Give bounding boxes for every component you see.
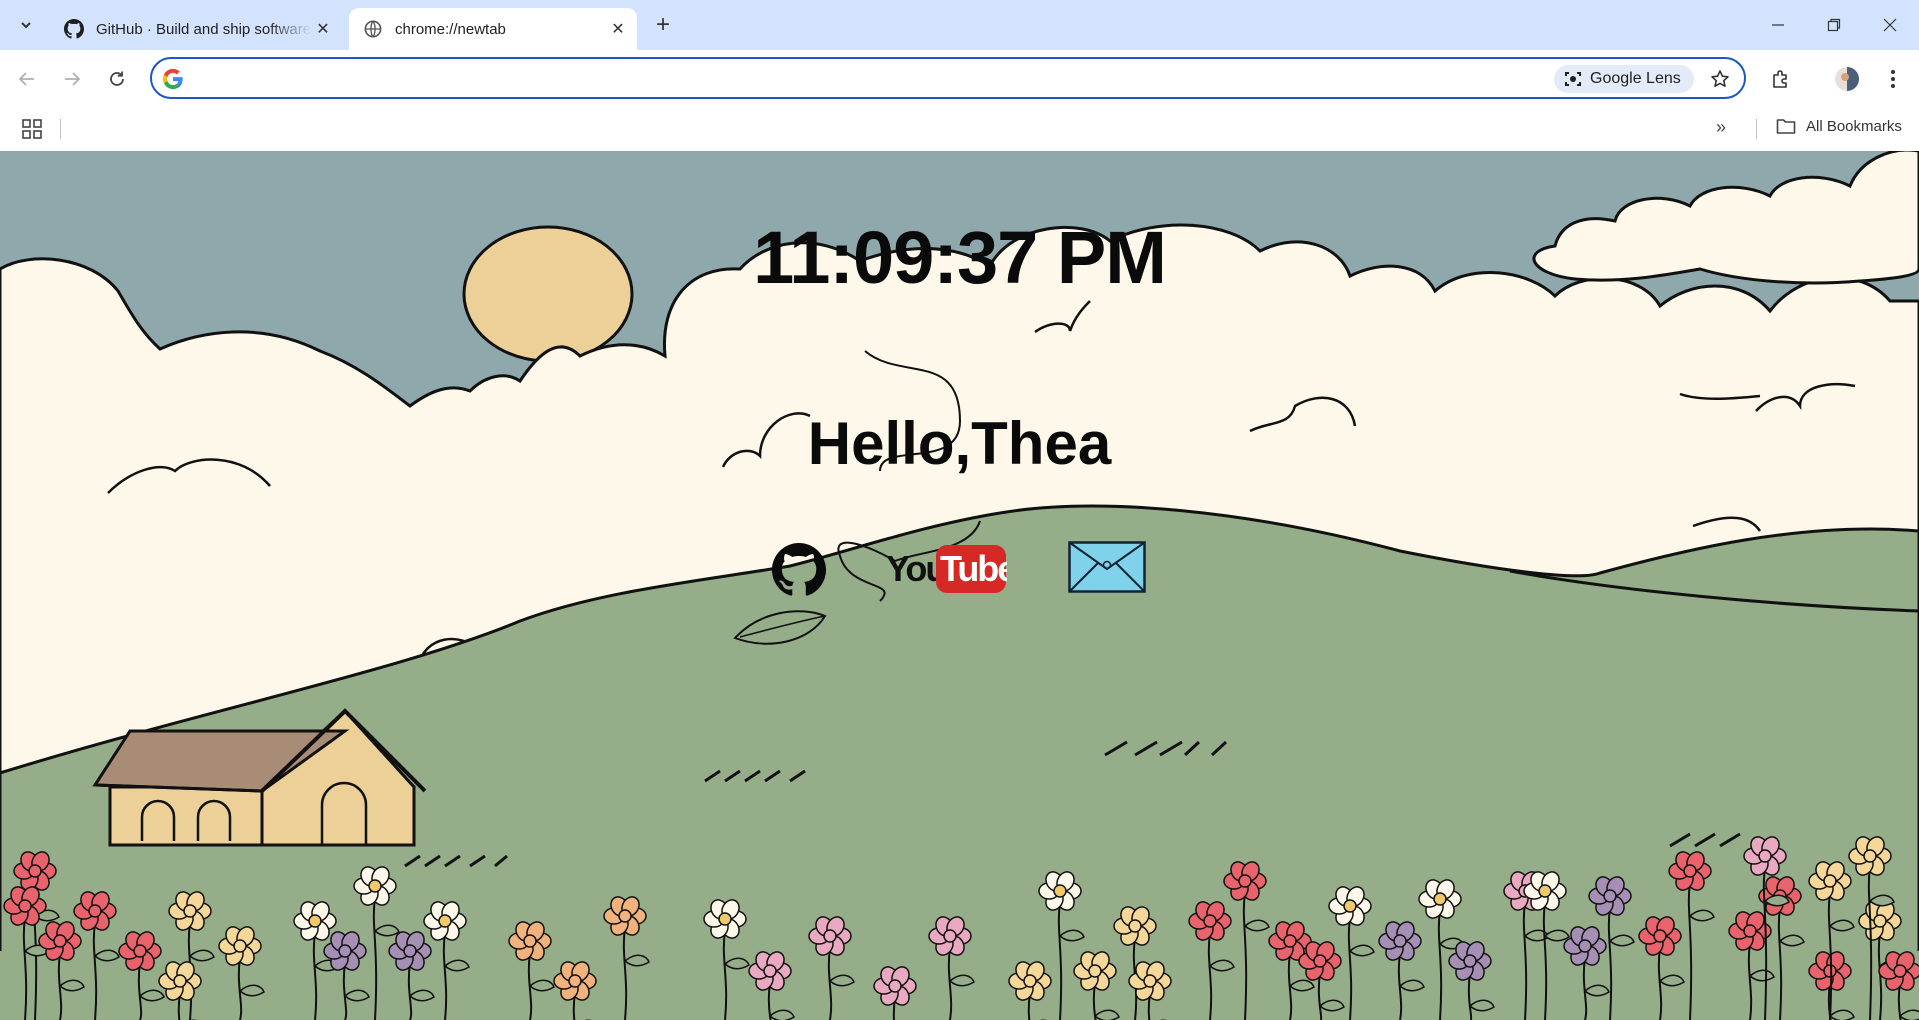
- divider: [1756, 119, 1757, 139]
- arrow-left-icon: [18, 72, 34, 86]
- reload-button[interactable]: [104, 66, 130, 92]
- restore-button[interactable]: [1816, 10, 1852, 40]
- google-lens-button[interactable]: Google Lens: [1554, 65, 1694, 93]
- mail-shortcut[interactable]: [1068, 541, 1146, 593]
- apps-grid-icon[interactable]: [20, 117, 44, 141]
- close-icon: [1883, 18, 1897, 32]
- toolbar: Google Lens: [0, 50, 1919, 108]
- puzzle-icon: [1773, 70, 1787, 88]
- minimize-icon: [1772, 24, 1784, 26]
- github-icon: [64, 19, 84, 39]
- reload-icon: [110, 71, 124, 86]
- menu-button[interactable]: [1880, 66, 1906, 92]
- chevron-double-right-icon: »: [1716, 117, 1727, 137]
- all-bookmarks-button[interactable]: All Bookmarks: [1776, 117, 1902, 135]
- github-icon: [772, 543, 826, 596]
- divider: [60, 119, 61, 139]
- tab-title: chrome://newtab: [395, 20, 506, 38]
- camera-icon: [1564, 70, 1582, 88]
- avatar: [1835, 67, 1859, 91]
- envelope-icon: [1068, 541, 1146, 593]
- tab-title: GitHub · Build and ship software: [96, 20, 312, 38]
- greeting: Hello,Thea: [807, 410, 1112, 477]
- extensions-button[interactable]: [1768, 66, 1794, 92]
- star-icon: [1711, 70, 1729, 87]
- close-tab-button[interactable]: ✕: [312, 18, 334, 40]
- tab-newtab[interactable]: chrome://newtab ✕: [349, 8, 637, 50]
- close-icon: ✕: [611, 21, 625, 38]
- newtab-page: 11:09:37 PM Hello,Thea You Tube: [0, 151, 1919, 1020]
- new-tab-button[interactable]: +: [650, 11, 676, 38]
- github-shortcut[interactable]: [772, 543, 826, 597]
- more-vert-icon: [1891, 70, 1895, 88]
- folder-icon: [1776, 117, 1796, 135]
- address-bar[interactable]: Google Lens: [150, 57, 1746, 99]
- profile-button[interactable]: [1834, 66, 1860, 92]
- chevron-down-icon: [21, 22, 31, 29]
- arrow-right-icon: [65, 72, 81, 86]
- close-window-button[interactable]: [1872, 10, 1908, 40]
- plus-icon: +: [655, 11, 670, 38]
- close-icon: ✕: [316, 21, 330, 38]
- address-input[interactable]: [194, 65, 1498, 93]
- youtube-logo: You Tube: [886, 545, 1018, 593]
- globe-icon: [363, 19, 383, 39]
- svg-text:Tube: Tube: [940, 548, 1007, 589]
- google-lens-label: Google Lens: [1590, 70, 1681, 87]
- more-bookmarks-button[interactable]: »: [1716, 117, 1726, 138]
- back-button[interactable]: [14, 66, 40, 92]
- tab-search-button[interactable]: [12, 12, 40, 38]
- restore-icon: [1827, 18, 1841, 32]
- close-tab-button[interactable]: ✕: [607, 18, 629, 40]
- youtube-shortcut[interactable]: You Tube: [882, 543, 1018, 595]
- forward-button[interactable]: [59, 66, 85, 92]
- tab-github[interactable]: GitHub · Build and ship software ✕: [50, 8, 342, 50]
- clock: 11:09:37 PM: [753, 216, 1167, 299]
- bookmark-star-button[interactable]: [1708, 67, 1732, 91]
- google-icon: [162, 68, 183, 90]
- tab-strip: GitHub · Build and ship software ✕ chrom…: [0, 0, 1919, 50]
- minimize-button[interactable]: [1760, 10, 1796, 40]
- bookmarks-bar: » All Bookmarks: [0, 108, 1919, 151]
- all-bookmarks-label: All Bookmarks: [1806, 117, 1902, 135]
